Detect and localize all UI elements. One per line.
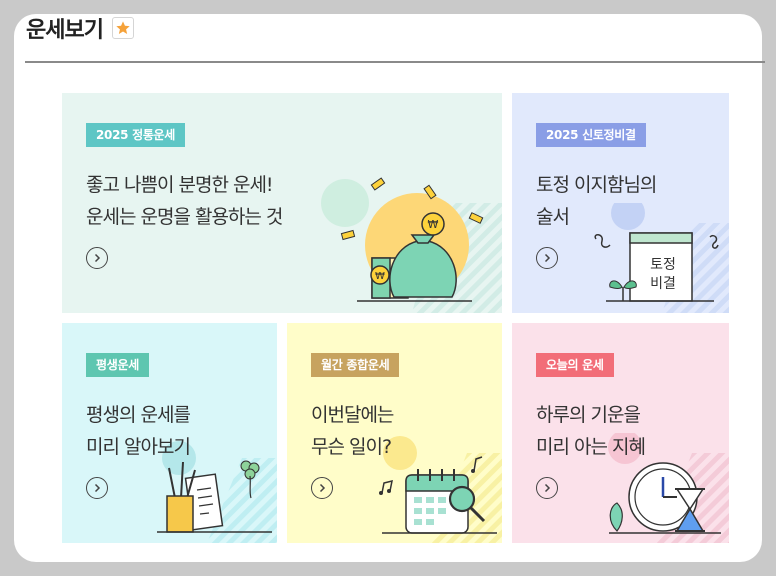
card-badge: 오늘의 운세 [536, 353, 614, 377]
card-jeongtong[interactable]: ₩ ₩ 2025 정통운세좋고 나쁨이 분명한 운세! 운세는 운명을 활용하는 … [62, 93, 502, 313]
book-label-line-2: 비결 [650, 276, 676, 292]
card-heading-line2: 운세는 운명을 활용하는 것 [86, 206, 283, 228]
favorite-button[interactable] [111, 17, 134, 39]
book-label-line-1: 토정 [650, 257, 676, 273]
card-heading: 토정 이지함님의술서 [536, 169, 657, 233]
page-title: 운세보기 [26, 18, 104, 43]
card-heading-line1: 평생의 운세를 [86, 404, 191, 426]
chevron-right-icon[interactable] [311, 477, 333, 499]
svg-text:₩: ₩ [428, 218, 439, 231]
chevron-right-icon[interactable] [536, 247, 558, 269]
card-heading-line2: 미리 아는 지혜 [536, 436, 646, 458]
card-heading: 이번달에는무슨 일이? [311, 399, 394, 463]
card-badge: 월간 종합운세 [311, 353, 400, 377]
card-today[interactable]: 오늘의 운세하루의 기운을미리 아는 지혜 [512, 323, 729, 543]
svg-text:₩: ₩ [375, 271, 385, 282]
book-label: 토정 비결 [640, 256, 686, 294]
card-heading-line1: 좋고 나쁨이 분명한 운세! [86, 174, 274, 196]
card-heading: 좋고 나쁨이 분명한 운세! 운세는 운명을 활용하는 것 [86, 169, 283, 233]
card-heading-line2: 무슨 일이? [311, 436, 392, 458]
chevron-right-icon[interactable] [536, 477, 558, 499]
chevron-right-icon[interactable] [86, 247, 108, 269]
card-badge: 평생운세 [86, 353, 149, 377]
card-heading-line1: 하루의 기운을 [536, 404, 641, 426]
card-heading-line1: 토정 이지함님의 [536, 174, 657, 196]
header: 운세보기 [26, 12, 134, 44]
card-heading-line1: 이번달에는 [311, 404, 394, 426]
chevron-right-icon[interactable] [86, 477, 108, 499]
star-icon [116, 21, 130, 34]
card-monthly[interactable]: 월간 종합운세이번달에는무슨 일이? [287, 323, 502, 543]
card-badge: 2025 신토정비결 [536, 123, 646, 147]
card-heading-line2: 술서 [536, 206, 570, 228]
card-heading: 평생의 운세를미리 알아보기 [86, 399, 191, 463]
card-heading-line2: 미리 알아보기 [86, 436, 191, 458]
money-bag-icon: ₩ ₩ [321, 177, 502, 313]
card-sintojeong[interactable]: 토정 비결 2025 신토정비결토정 이지함님의술서 [512, 93, 729, 313]
header-divider [25, 61, 765, 63]
card-heading: 하루의 기운을미리 아는 지혜 [536, 399, 646, 463]
card-badge: 2025 정통운세 [86, 123, 186, 147]
card-pyeongsaeng[interactable]: 평생운세평생의 운세를미리 알아보기 [62, 323, 277, 543]
